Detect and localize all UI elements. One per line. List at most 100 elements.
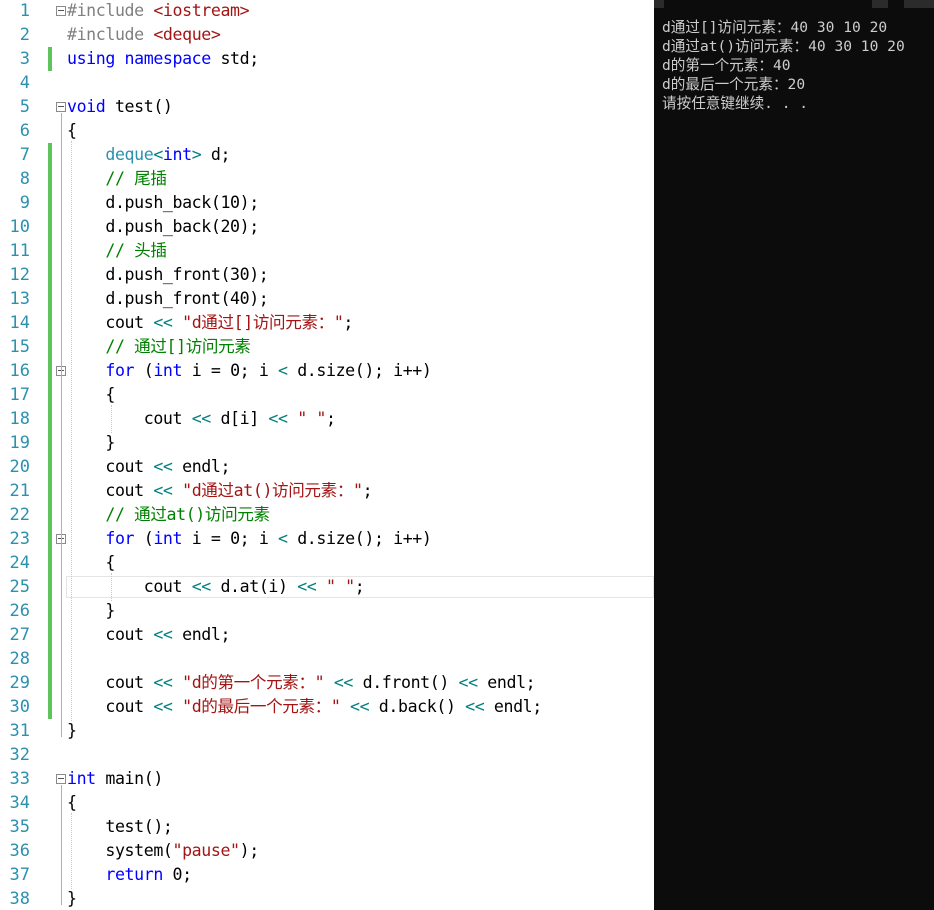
code-line[interactable]: 11 // 头插	[0, 239, 654, 263]
code-line[interactable]: 33 int main()	[0, 767, 654, 791]
code-line[interactable]: 7 deque<int> d;	[0, 143, 654, 167]
code-line[interactable]: 31}	[0, 719, 654, 743]
code-line[interactable]: 28	[0, 647, 654, 671]
code-text: endl;	[484, 697, 542, 716]
line-number: 9	[19, 193, 30, 213]
code-text: d.at(i)	[210, 577, 298, 596]
code-text: );	[239, 841, 260, 860]
code-content: // 尾插	[67, 167, 167, 191]
line-number: 19	[9, 433, 30, 453]
line-number: 37	[9, 865, 30, 885]
code-line[interactable]: 15 // 通过[]访问元素	[0, 335, 654, 359]
operator-token: <<	[153, 457, 173, 476]
line-number: 33	[9, 769, 30, 789]
code-line[interactable]: 20 cout << endl;	[0, 455, 654, 479]
line-number: 31	[9, 721, 30, 741]
code-text: cout	[67, 673, 154, 692]
code-line[interactable]: 22 // 通过at()访问元素	[0, 503, 654, 527]
code-line[interactable]: 36 system("pause");	[0, 839, 654, 863]
line-number: 25	[9, 577, 30, 597]
line-number: 34	[9, 793, 30, 813]
code-text: i = 0; i	[182, 361, 279, 380]
code-line[interactable]: 32	[0, 743, 654, 767]
code-line[interactable]: 34 {	[0, 791, 654, 815]
line-number: 24	[9, 553, 30, 573]
code-comment: // 通过at()访问元素	[105, 505, 270, 524]
change-indicator-bar	[48, 695, 52, 719]
keyword-token: void	[67, 97, 106, 116]
code-line[interactable]: 6{	[0, 119, 654, 143]
code-content: using namespace std;	[67, 47, 259, 71]
code-comment: // 通过[]访问元素	[105, 337, 251, 356]
preprocessor-token: #include	[67, 25, 154, 44]
string-literal: "d通过at()访问元素："	[182, 481, 363, 500]
change-indicator-bar	[48, 47, 52, 71]
code-content: for (int i = 0; i < d.size(); i++)	[67, 359, 432, 383]
code-line[interactable]: 4	[0, 71, 654, 95]
code-line[interactable]: 8 // 尾插	[0, 167, 654, 191]
string-literal: "d的最后一个元素："	[182, 697, 341, 716]
code-line[interactable]: 29 cout << "d的第一个元素：" << d.front() << en…	[0, 671, 654, 695]
change-indicator-bar	[48, 239, 52, 263]
change-indicator-bar	[48, 143, 52, 167]
operator-token: <	[278, 529, 288, 548]
code-line[interactable]: 27 cout << endl;	[0, 623, 654, 647]
code-text: ;	[325, 409, 336, 428]
line-number: 12	[9, 265, 30, 285]
code-line[interactable]: 21 cout << "d通过at()访问元素：";	[0, 479, 654, 503]
change-indicator-bar	[48, 671, 52, 695]
code-line[interactable]: 17 {	[0, 383, 654, 407]
code-text: test();	[67, 817, 173, 836]
code-line[interactable]: 10 d.push_back(20);	[0, 215, 654, 239]
code-line[interactable]: 35 test();	[0, 815, 654, 839]
line-number: 5	[19, 97, 30, 117]
collapse-icon[interactable]	[56, 774, 66, 784]
operator-token: <<	[153, 625, 173, 644]
code-content: // 通过at()访问元素	[67, 503, 270, 527]
code-line[interactable]: 26 }	[0, 599, 654, 623]
code-text: endl;	[172, 625, 231, 644]
code-line[interactable]: 18 cout << d[i] << " ";	[0, 407, 654, 431]
collapse-icon[interactable]	[56, 102, 66, 112]
change-indicator-bar	[48, 287, 52, 311]
code-content: cout << "d通过at()访问元素：";	[67, 479, 372, 503]
code-line[interactable]: 2 #include <deque>	[0, 23, 654, 47]
code-text: {	[67, 553, 115, 572]
line-number: 8	[19, 169, 30, 189]
code-line[interactable]: 24 {	[0, 551, 654, 575]
code-line[interactable]: 13 d.push_front(40);	[0, 287, 654, 311]
console-window[interactable]: d通过[]访问元素：40 30 10 20 d通过at()访问元素：40 30 …	[654, 0, 934, 910]
code-text: ;	[343, 313, 354, 332]
code-line[interactable]: 25 cout << d.at(i) << " ";	[0, 575, 654, 599]
code-line[interactable]: 5 void test()	[0, 95, 654, 119]
code-line[interactable]: 12 d.push_front(30);	[0, 263, 654, 287]
code-editor[interactable]: 1 #include <iostream> 2 #include <deque> 3 us…	[0, 0, 654, 910]
code-line[interactable]: 23 for (int i = 0; i < d.size(); i++)	[0, 527, 654, 551]
code-content: // 通过[]访问元素	[67, 335, 251, 359]
code-line[interactable]: 30 cout << "d的最后一个元素：" << d.back() << en…	[0, 695, 654, 719]
code-line[interactable]: 38}	[0, 887, 654, 910]
keyword-token: int	[162, 145, 192, 164]
code-text: d.front()	[353, 673, 459, 692]
code-line[interactable]: 16 for (int i = 0; i < d.size(); i++)	[0, 359, 654, 383]
code-line[interactable]: 37 return 0;	[0, 863, 654, 887]
console-output-line: d通过[]访问元素：40 30 10 20	[662, 19, 888, 36]
code-line[interactable]: 1 #include <iostream>	[0, 0, 654, 23]
code-line[interactable]: 9 d.push_back(10);	[0, 191, 654, 215]
code-content: cout << endl;	[67, 623, 230, 647]
line-number: 3	[19, 49, 30, 69]
code-text: d.push_front(30);	[67, 265, 269, 284]
code-content: int main()	[67, 767, 163, 791]
string-literal: "d的第一个元素："	[182, 673, 325, 692]
code-text: {	[67, 385, 115, 404]
code-line[interactable]: 14 cout << "d通过[]访问元素：";	[0, 311, 654, 335]
line-number: 30	[9, 697, 30, 717]
code-text: }	[67, 889, 77, 908]
code-line[interactable]: 3 using namespace std;	[0, 47, 654, 71]
operator-token: <<	[268, 409, 288, 428]
collapse-icon[interactable]	[56, 6, 66, 16]
code-line[interactable]: 19 }	[0, 431, 654, 455]
